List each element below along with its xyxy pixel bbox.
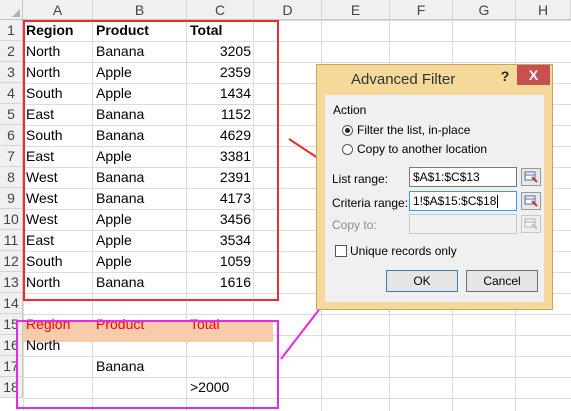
advanced-filter-dialog: Advanced Filter ? X Action Filter the li… [316, 64, 553, 310]
row-header-4[interactable]: 4 [0, 83, 23, 104]
column-header-D[interactable]: D [254, 0, 322, 20]
column-header-E[interactable]: E [322, 0, 390, 20]
copy-to-input[interactable] [409, 214, 517, 234]
row-header-5[interactable]: 5 [0, 104, 23, 125]
range-picker-icon [524, 195, 538, 207]
column-header-H[interactable]: H [516, 0, 571, 20]
unique-records-label[interactable]: Unique records only [350, 244, 457, 258]
row-header-7[interactable]: 7 [0, 146, 23, 167]
text-caret [497, 195, 499, 209]
unique-records-checkbox[interactable] [335, 245, 347, 257]
row-header-11[interactable]: 11 [0, 230, 23, 251]
row-header-8[interactable]: 8 [0, 167, 23, 188]
criteria-range-highlight [16, 320, 279, 409]
criteria-range-label: Criteria range: [332, 196, 409, 210]
select-all-corner[interactable] [0, 0, 23, 20]
list-range-label: List range: [332, 172, 389, 186]
row-header-1[interactable]: 1 [0, 20, 23, 41]
row-header-2[interactable]: 2 [0, 41, 23, 62]
action-group-label: Action [333, 103, 367, 117]
column-header-F[interactable]: F [390, 0, 453, 20]
dialog-titlebar[interactable]: Advanced Filter ? X [317, 65, 552, 95]
row-header-13[interactable]: 13 [0, 272, 23, 293]
copy-to-label: Copy to: [332, 218, 377, 232]
filter-in-place-label[interactable]: Filter the list, in-place [357, 123, 470, 137]
column-header-A[interactable]: A [23, 0, 93, 20]
column-header-G[interactable]: G [453, 0, 516, 20]
list-range-picker-button[interactable] [521, 168, 541, 186]
copy-location-radio[interactable] [342, 144, 353, 155]
criteria-range-input[interactable]: 1!$A$15:$C$18 [409, 191, 517, 211]
criteria-range-value: 1!$A$15:$C$18 [413, 194, 497, 208]
row-header-9[interactable]: 9 [0, 188, 23, 209]
range-picker-icon [524, 171, 538, 183]
row-header-3[interactable]: 3 [0, 62, 23, 83]
range-picker-icon [524, 218, 538, 230]
list-range-value: $A$1:$C$13 [413, 170, 480, 184]
copy-to-picker-button[interactable] [521, 215, 541, 233]
criteria-range-picker-button[interactable] [521, 192, 541, 210]
copy-location-label[interactable]: Copy to another location [357, 142, 487, 156]
dialog-body: Action Filter the list, in-place Copy to… [325, 95, 544, 302]
column-header-C[interactable]: C [187, 0, 254, 20]
ok-button[interactable]: OK [386, 270, 458, 292]
row-header-14[interactable]: 14 [0, 293, 23, 314]
data-range-highlight [23, 20, 279, 301]
column-header-B[interactable]: B [93, 0, 187, 20]
row-header-6[interactable]: 6 [0, 125, 23, 146]
list-range-input[interactable]: $A$1:$C$13 [409, 167, 517, 187]
row-header-12[interactable]: 12 [0, 251, 23, 272]
dialog-title: Advanced Filter [351, 71, 456, 88]
cancel-button[interactable]: Cancel [466, 270, 538, 292]
filter-in-place-radio[interactable] [342, 125, 353, 136]
row-header-10[interactable]: 10 [0, 209, 23, 230]
help-button[interactable]: ? [498, 68, 512, 84]
close-button[interactable]: X [517, 65, 550, 85]
